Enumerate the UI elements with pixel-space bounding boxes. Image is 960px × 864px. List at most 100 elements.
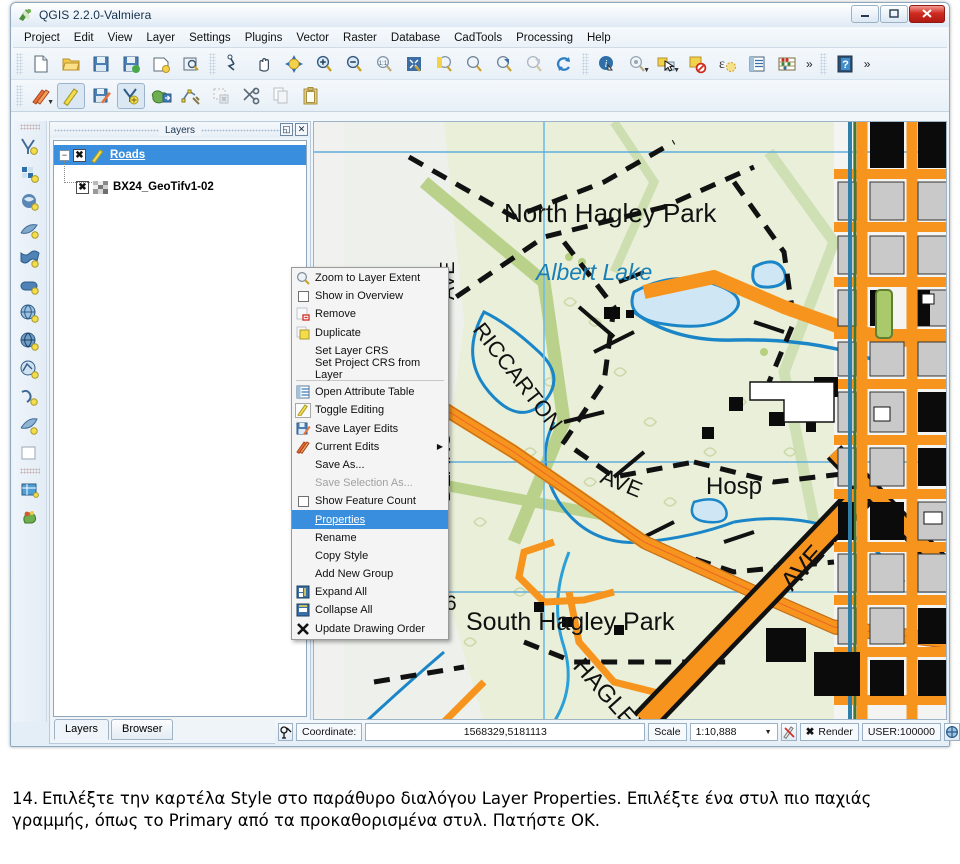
toolbar-overflow-button[interactable]: » — [802, 57, 817, 71]
toolbar-grip[interactable] — [819, 52, 827, 75]
new-shapefile-icon[interactable] — [16, 412, 44, 440]
add-wcs-layer-icon[interactable] — [16, 328, 44, 356]
context-menu-item-remove[interactable]: Remove — [292, 305, 448, 323]
save-layer-edits-icon[interactable] — [87, 83, 115, 109]
new-spatialite-icon[interactable] — [16, 440, 44, 468]
new-project-icon[interactable] — [27, 51, 55, 77]
context-menu-item-save-as[interactable]: Save As... — [292, 456, 448, 474]
toolbar-grip[interactable] — [209, 52, 216, 75]
open-project-icon[interactable] — [57, 51, 85, 77]
add-delimited-text-icon[interactable] — [16, 384, 44, 412]
menu-item-edit[interactable]: Edit — [67, 30, 101, 46]
composer-manager-icon[interactable] — [177, 51, 205, 77]
context-menu-item-rename[interactable]: Rename — [292, 529, 448, 547]
open-table-icon[interactable] — [16, 476, 44, 504]
menu-item-raster[interactable]: Raster — [336, 30, 384, 46]
add-postgis-layer-icon[interactable] — [16, 188, 44, 216]
context-menu-item-expand-all[interactable]: Expand All — [292, 583, 448, 601]
toolbar-grip[interactable] — [582, 52, 589, 75]
map-tips-icon[interactable]: ▼ — [623, 51, 651, 77]
tab-layers[interactable]: Layers — [54, 719, 110, 740]
add-raster-layer-icon[interactable] — [16, 160, 44, 188]
layer-name-roads[interactable]: Roads — [110, 149, 145, 161]
close-button[interactable] — [909, 5, 945, 23]
toolbar-grip[interactable] — [19, 124, 40, 130]
touch-zoom-icon[interactable] — [220, 51, 248, 77]
toolbar-grip[interactable] — [19, 468, 40, 474]
pan-map-icon[interactable] — [250, 51, 278, 77]
add-oracle-layer-icon[interactable] — [16, 272, 44, 300]
context-menu-item-collapse-all[interactable]: Collapse All — [292, 601, 448, 619]
render-toggle[interactable]: ✖ Render — [799, 723, 859, 741]
context-menu-item-save-layer-edits[interactable]: Save Layer Edits — [292, 420, 448, 438]
chevron-down-icon[interactable]: ▼ — [643, 67, 650, 74]
toolbar-grip[interactable] — [16, 84, 23, 107]
stop-render-icon[interactable] — [780, 723, 797, 741]
add-feature-icon[interactable] — [117, 82, 145, 109]
select-features-icon[interactable]: ▼ — [653, 51, 681, 77]
crs-label[interactable]: USER:100000 — [861, 723, 941, 741]
zoom-last-icon[interactable] — [490, 51, 518, 77]
refresh-icon[interactable] — [550, 51, 578, 77]
context-menu-item-add-new-group[interactable]: Add New Group — [292, 565, 448, 583]
checkbox-icon[interactable] — [294, 288, 312, 304]
delete-selected-icon[interactable] — [207, 83, 235, 109]
layer-visibility-checkbox-roads[interactable]: ✖ — [73, 148, 86, 162]
menu-item-plugins[interactable]: Plugins — [238, 30, 290, 46]
minimize-button[interactable] — [851, 5, 879, 23]
checkbox-icon[interactable] — [294, 493, 312, 509]
tab-browser[interactable]: Browser — [111, 719, 174, 740]
add-mssql-layer-icon[interactable] — [16, 244, 44, 272]
copy-features-icon[interactable] — [267, 83, 295, 109]
context-menu-item-show-in-overview[interactable]: Show in Overview — [292, 287, 448, 305]
help-icon[interactable]: ? — [831, 51, 859, 77]
paste-features-icon[interactable] — [297, 83, 325, 109]
zoom-layer-icon[interactable] — [460, 51, 488, 77]
chevron-down-icon[interactable]: ▼ — [765, 729, 772, 736]
menu-item-vector[interactable]: Vector — [289, 30, 336, 46]
new-print-composer-icon[interactable] — [147, 51, 175, 77]
context-menu-item-properties[interactable]: Properties — [292, 510, 448, 529]
menu-item-project[interactable]: Project — [17, 30, 67, 46]
measure-icon[interactable] — [773, 51, 801, 77]
layer-name-bx24[interactable]: BX24_GeoTifv1-02 — [113, 181, 214, 193]
toolbar-grip[interactable] — [16, 52, 23, 75]
toggle-editing-icon[interactable] — [57, 82, 85, 109]
context-menu-item-zoom-to-layer-extent[interactable]: Zoom to Layer Extent — [292, 269, 448, 287]
expander-roads[interactable]: − — [59, 149, 70, 161]
close-panel-button[interactable]: ✕ — [295, 123, 308, 136]
plugin-icon[interactable] — [16, 504, 44, 532]
zoom-full-icon[interactable] — [400, 51, 428, 77]
context-menu-item-current-edits[interactable]: Current Edits ▶ — [292, 438, 448, 456]
scale-combo[interactable]: 1:10,888 ▼ — [689, 723, 778, 741]
menu-item-help[interactable]: Help — [580, 30, 618, 46]
context-menu-item-toggle-editing[interactable]: Toggle Editing — [292, 401, 448, 419]
save-project-as-icon[interactable] — [117, 51, 145, 77]
expression-select-icon[interactable]: ε — [713, 51, 741, 77]
move-feature-icon[interactable] — [147, 83, 175, 109]
add-wms-layer-icon[interactable] — [16, 300, 44, 328]
add-vector-layer-icon[interactable] — [16, 132, 44, 160]
layers-tree[interactable]: − ✖ Roads ✖ BX24_GeoTifv1-02 — [53, 140, 307, 717]
coordinate-capture-icon[interactable] — [278, 723, 293, 741]
render-checkbox[interactable]: ✖ — [806, 726, 815, 738]
zoom-out-icon[interactable] — [340, 51, 368, 77]
save-project-icon[interactable] — [87, 51, 115, 77]
context-menu-item-show-feature-count[interactable]: Show Feature Count — [292, 492, 448, 510]
add-wfs-layer-icon[interactable] — [16, 356, 44, 384]
zoom-selection-icon[interactable] — [430, 51, 458, 77]
node-tool-icon[interactable] — [177, 83, 205, 109]
zoom-actual-icon[interactable]: 1:1 — [370, 51, 398, 77]
menu-item-cadtools[interactable]: CadTools — [447, 30, 509, 46]
menu-item-settings[interactable]: Settings — [182, 30, 238, 46]
coordinate-value[interactable]: 1568329,5181113 — [365, 723, 646, 741]
pan-to-selection-icon[interactable] — [280, 51, 308, 77]
chevron-down-icon[interactable]: ▼ — [47, 99, 54, 106]
cut-features-icon[interactable] — [237, 83, 265, 109]
zoom-in-icon[interactable] — [310, 51, 338, 77]
context-menu-item-update-drawing-order[interactable]: Update Drawing Order — [292, 620, 448, 638]
maximize-button[interactable] — [880, 5, 908, 23]
crs-status-icon[interactable] — [943, 723, 960, 741]
menu-item-processing[interactable]: Processing — [509, 30, 580, 46]
deselect-icon[interactable] — [683, 51, 711, 77]
